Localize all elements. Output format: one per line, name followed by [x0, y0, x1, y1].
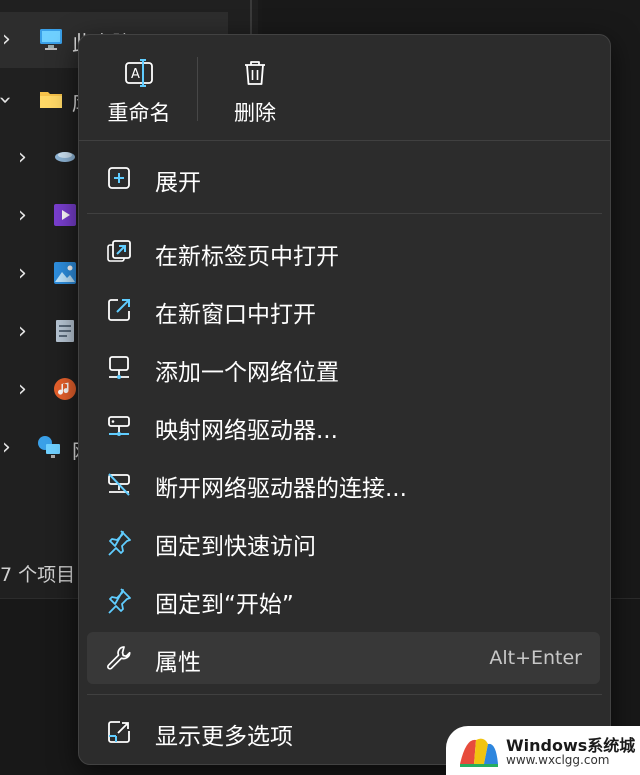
menu-item-label: 固定到“开始”: [155, 592, 294, 618]
chevron-right-icon[interactable]: ›: [2, 437, 11, 459]
delete-button[interactable]: 删除: [203, 49, 307, 131]
menu-item-label: 添加一个网络位置: [155, 360, 339, 386]
windows-logo-icon: [460, 738, 498, 767]
chevron-right-icon[interactable]: ›: [18, 263, 27, 285]
network-icon: [38, 436, 60, 458]
map-network-drive-icon: [108, 416, 130, 436]
rename-button[interactable]: A 重命名: [87, 49, 191, 131]
menu-item-properties[interactable]: 属性 Alt+Enter: [87, 632, 600, 684]
folder-icon: [40, 92, 62, 108]
watermark-url: www.wxclgg.com: [506, 753, 610, 767]
chevron-right-icon[interactable]: ›: [2, 29, 11, 51]
music-icon: [54, 378, 76, 400]
monitor-icon: [40, 29, 62, 50]
menu-item-add-network-location[interactable]: 添加一个网络位置: [87, 342, 600, 394]
menu-item-disconnect-network-drive[interactable]: 断开网络驱动器的连接...: [87, 458, 600, 510]
add-network-location-icon: [109, 356, 129, 379]
open-new-window-icon: [108, 299, 130, 321]
pin-icon: [108, 530, 131, 556]
disconnect-network-drive-icon: [108, 473, 130, 496]
watermark-logo: Windows系统城 www.wxclgg.com: [446, 726, 640, 775]
divider: [87, 694, 602, 695]
rename-label: 重命名: [107, 101, 171, 125]
open-new-tab-icon: [107, 240, 131, 262]
keyboard-shortcut: Alt+Enter: [489, 647, 582, 669]
menu-item-open-new-tab[interactable]: 在新标签页中打开: [87, 226, 600, 278]
menu-item-label: 属性: [155, 650, 201, 676]
documents-icon: [56, 320, 74, 342]
menu-item-map-network-drive[interactable]: 映射网络驱动器...: [87, 400, 600, 452]
network-drive-icon: [55, 152, 75, 162]
menu-item-open-new-window[interactable]: 在新窗口中打开: [87, 284, 600, 336]
delete-label: 删除: [234, 101, 276, 125]
chevron-right-icon[interactable]: ›: [18, 379, 27, 401]
divider: [197, 57, 198, 121]
chevron-right-icon[interactable]: ›: [18, 147, 27, 169]
chevron-down-icon[interactable]: ›: [0, 96, 17, 105]
menu-item-label: 断开网络驱动器的连接...: [155, 476, 407, 502]
menu-item-expand[interactable]: 展开: [87, 152, 600, 204]
divider: [79, 140, 610, 141]
menu-item-pin-start[interactable]: 固定到“开始”: [87, 574, 600, 626]
chevron-right-icon[interactable]: ›: [18, 205, 27, 227]
svg-text:A: A: [131, 67, 140, 82]
context-menu: A 重命名 删除 展开 在新标签页中打开 在新窗口中打开 添加一个网络位置 映射…: [78, 34, 611, 765]
chevron-right-icon[interactable]: ›: [18, 321, 27, 343]
menu-item-label: 在新窗口中打开: [155, 302, 316, 328]
rename-icon: A: [125, 59, 153, 87]
pictures-icon: [54, 262, 76, 284]
menu-item-label: 映射网络驱动器...: [155, 418, 338, 444]
divider: [87, 213, 602, 214]
menu-item-pin-quick-access[interactable]: 固定到快速访问: [87, 516, 600, 568]
menu-item-label: 在新标签页中打开: [155, 244, 339, 270]
menu-item-label: 固定到快速访问: [155, 534, 316, 560]
wrench-icon: [107, 646, 131, 670]
menu-item-label: 显示更多选项: [155, 724, 293, 750]
trash-icon: [245, 61, 265, 85]
more-options-icon: [108, 721, 130, 743]
video-icon: [54, 204, 76, 226]
menu-quick-actions: A 重命名 删除: [79, 35, 610, 140]
expand-plus-icon: [108, 167, 130, 189]
menu-item-label: 展开: [155, 170, 201, 196]
pin-icon: [108, 588, 131, 614]
